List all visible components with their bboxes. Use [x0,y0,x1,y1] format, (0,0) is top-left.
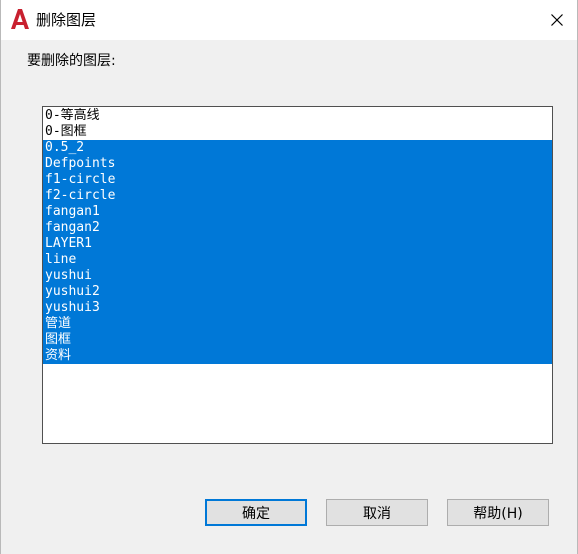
layer-list-item[interactable]: 0-图框 [43,124,552,140]
layer-list-item[interactable]: LAYER1 [43,236,552,252]
layer-list-item[interactable]: f1-circle [43,172,552,188]
layer-list-item[interactable]: 0.5_2 [43,140,552,156]
layer-list-item[interactable]: 图框 [43,332,552,348]
cancel-button[interactable]: 取消 [326,499,428,526]
close-button[interactable] [537,0,577,40]
layers-to-delete-label: 要删除的图层: [27,53,116,69]
layer-list-item[interactable]: 资料 [43,348,552,364]
layer-list-item[interactable]: line [43,252,552,268]
layer-list: 0-等高线 0-图框 0.5_2 Defpoints f1-circle f2-circl… [43,108,552,364]
delete-layers-dialog: 删除图层 要删除的图层: 0-等高线 0-图框 0.5_2 Defpoints f1-c… [0,0,578,554]
layer-list-item[interactable]: fangan2 [43,220,552,236]
layer-list-item[interactable]: 0-等高线 [43,108,552,124]
layer-list-item[interactable]: fangan1 [43,204,552,220]
title-bar: 删除图层 [1,0,577,40]
layer-list-item[interactable]: f2-circle [43,188,552,204]
autocad-icon [11,9,29,29]
layer-list-item[interactable]: Defpoints [43,156,552,172]
dialog-title: 删除图层 [36,11,97,29]
layer-list-item[interactable]: yushui [43,268,552,284]
close-icon [551,11,563,30]
layer-listbox[interactable]: 0-等高线 0-图框 0.5_2 Defpoints f1-circle f2-circl… [42,106,553,444]
ok-button[interactable]: 确定 [205,499,307,526]
help-button[interactable]: 帮助(H) [447,499,549,526]
layer-list-item[interactable]: yushui2 [43,284,552,300]
layer-list-item[interactable]: yushui3 [43,300,552,316]
layer-list-item[interactable]: 管道 [43,316,552,332]
